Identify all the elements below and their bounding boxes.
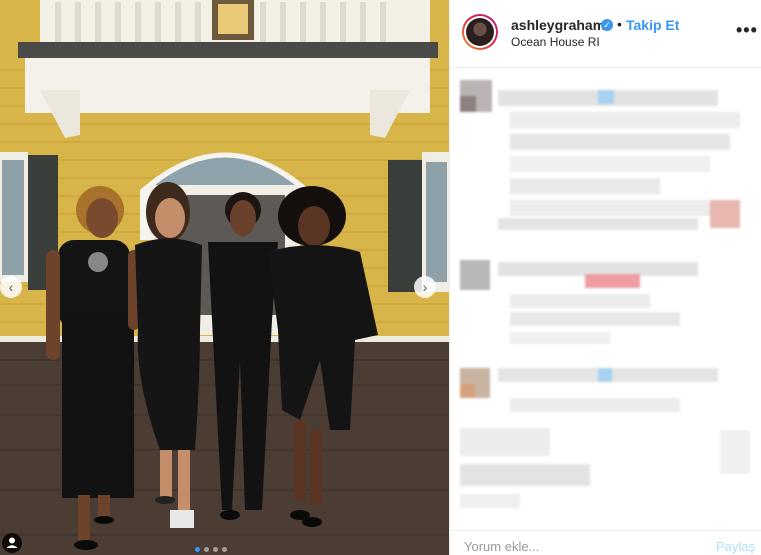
avatar-image xyxy=(466,18,494,46)
comment-input[interactable] xyxy=(464,539,694,554)
verified-badge-icon: ✓ xyxy=(601,19,613,31)
carousel-dot xyxy=(222,547,227,552)
carousel-dot xyxy=(204,547,209,552)
separator-dot: • xyxy=(617,16,622,32)
censored-comments xyxy=(450,68,761,523)
location-link[interactable]: Ocean House RI xyxy=(511,35,600,49)
photo-scene xyxy=(0,0,449,555)
carousel-dot xyxy=(213,547,218,552)
post-header: ashleygraham ✓ • Takip Et Ocean House RI… xyxy=(450,0,761,68)
post-photo[interactable]: ‹ › xyxy=(0,0,449,555)
previous-photo-button[interactable]: ‹ xyxy=(0,276,22,298)
chevron-left-icon: ‹ xyxy=(8,279,14,295)
comment-bar: Paylaş xyxy=(450,530,761,555)
person-icon xyxy=(6,537,18,548)
next-photo-button[interactable]: › xyxy=(414,276,436,298)
carousel-indicator xyxy=(195,547,227,552)
username-link[interactable]: ashleygraham xyxy=(511,17,605,33)
carousel-dot xyxy=(195,547,200,552)
chevron-right-icon: › xyxy=(422,279,428,295)
follow-button[interactable]: Takip Et xyxy=(626,17,679,33)
post-side-panel: ashleygraham ✓ • Takip Et Ocean House RI… xyxy=(449,0,761,555)
pixelated-comments-graphic xyxy=(460,80,750,508)
post-comment-button[interactable]: Paylaş xyxy=(716,539,755,554)
avatar[interactable] xyxy=(462,14,498,50)
more-options-icon[interactable]: ••• xyxy=(736,20,758,41)
tagged-users-button[interactable] xyxy=(2,533,22,553)
